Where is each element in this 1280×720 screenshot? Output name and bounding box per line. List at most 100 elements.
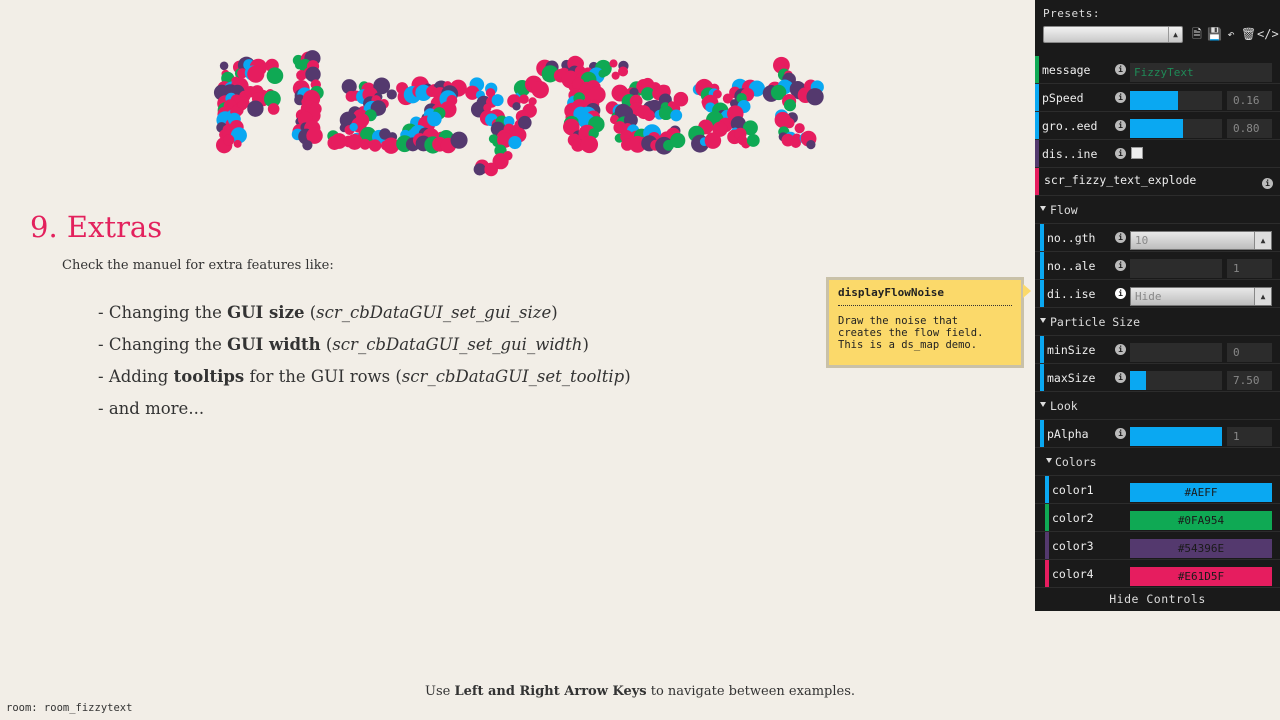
info-icon[interactable]: i bbox=[1115, 288, 1126, 299]
row-color4: color4 #E61D5F bbox=[1035, 560, 1280, 588]
color1-swatch[interactable]: #AEFF bbox=[1130, 483, 1272, 502]
revert-icon[interactable]: ↶ bbox=[1224, 27, 1238, 42]
slider-fill bbox=[1130, 91, 1178, 110]
logo-particle bbox=[386, 89, 397, 100]
logo-particle bbox=[518, 115, 532, 130]
hide-controls-button[interactable]: Hide Controls bbox=[1035, 589, 1280, 609]
folder-colors[interactable]: Colors bbox=[1035, 448, 1280, 476]
intro-text: Check the manuel for extra features like… bbox=[62, 258, 334, 273]
row-label: color1 bbox=[1052, 483, 1094, 497]
pspeed-value[interactable]: 0.16 bbox=[1227, 91, 1272, 110]
info-icon[interactable]: i bbox=[1115, 344, 1126, 355]
logo-particle bbox=[233, 139, 242, 148]
noise-strength-dropdown[interactable]: 10 ▲ bbox=[1130, 231, 1272, 250]
bullet-and-more: - and more... bbox=[98, 399, 205, 418]
row-color-bar bbox=[1035, 112, 1039, 139]
grow-speed-slider[interactable] bbox=[1130, 119, 1222, 138]
row-color2: color2 #0FA954 bbox=[1035, 504, 1280, 532]
logo-particle bbox=[783, 99, 797, 112]
color2-swatch[interactable]: #0FA954 bbox=[1130, 511, 1272, 530]
row-min-size: minSize i 0 bbox=[1035, 336, 1280, 364]
max-size-slider[interactable] bbox=[1130, 371, 1222, 390]
color3-swatch[interactable]: #54396E bbox=[1130, 539, 1272, 558]
logo-particle bbox=[427, 111, 442, 127]
slider-fill bbox=[1130, 427, 1222, 446]
info-icon[interactable]: i bbox=[1115, 428, 1126, 439]
row-display-flow-noise: di..ise i Hide ▲ bbox=[1035, 280, 1280, 308]
noise-scale-slider[interactable] bbox=[1130, 259, 1222, 278]
row-color1: color1 #AEFF bbox=[1035, 476, 1280, 504]
row-label: message bbox=[1042, 63, 1091, 77]
folder-caret-icon bbox=[1040, 206, 1046, 211]
color4-swatch[interactable]: #E61D5F bbox=[1130, 567, 1272, 586]
min-size-slider[interactable] bbox=[1130, 343, 1222, 362]
logo-particle bbox=[302, 140, 313, 151]
row-label: di..ise bbox=[1047, 287, 1096, 301]
navigation-hint: Use Left and Right Arrow Keys to navigat… bbox=[424, 684, 856, 699]
noise-scale-value[interactable]: 1 bbox=[1227, 259, 1272, 278]
info-icon[interactable]: i bbox=[1115, 260, 1126, 271]
tooltip-divider bbox=[838, 305, 1012, 306]
delete-icon[interactable]: 🗑 bbox=[1241, 27, 1256, 42]
code-icon[interactable]: </> bbox=[1257, 27, 1279, 42]
palpha-slider[interactable] bbox=[1130, 427, 1222, 446]
row-label: no..ale bbox=[1047, 259, 1096, 273]
logo-particle bbox=[508, 135, 522, 150]
tooltip-title: displayFlowNoise bbox=[838, 286, 944, 299]
row-color-bar bbox=[1040, 336, 1044, 363]
row-color-bar bbox=[1035, 84, 1039, 111]
folder-particle-size[interactable]: Particle Size bbox=[1035, 308, 1280, 336]
presets-dropdown[interactable]: ▲ bbox=[1043, 26, 1183, 43]
display-flow-noise-dropdown[interactable]: Hide ▲ bbox=[1130, 287, 1272, 306]
slider-fill bbox=[1130, 119, 1184, 138]
tooltip: displayFlowNoise Draw the noise that cre… bbox=[826, 277, 1031, 368]
logo-particle bbox=[491, 94, 504, 107]
max-size-value[interactable]: 7.50 bbox=[1227, 371, 1272, 390]
pspeed-slider[interactable] bbox=[1130, 91, 1222, 110]
explode-button-label: scr_fizzy_text_explode bbox=[1044, 173, 1197, 187]
info-icon[interactable]: i bbox=[1115, 232, 1126, 243]
row-label: pAlpha bbox=[1047, 427, 1089, 441]
row-label: gro..eed bbox=[1042, 119, 1098, 133]
row-color-bar bbox=[1045, 504, 1049, 531]
room-label: room: room_fizzytext bbox=[6, 702, 133, 714]
palpha-value[interactable]: 1 bbox=[1227, 427, 1272, 446]
bullet-gui-width: - Changing the GUI width (scr_cbDataGUI_… bbox=[98, 335, 589, 354]
save-icon[interactable]: 💾 bbox=[1207, 27, 1222, 42]
logo-particle bbox=[266, 67, 284, 85]
info-icon[interactable]: i bbox=[1115, 372, 1126, 383]
row-pspeed: pSpeed i 0.16 bbox=[1035, 84, 1280, 112]
row-label: dis..ine bbox=[1042, 147, 1098, 161]
info-icon[interactable]: i bbox=[1115, 148, 1126, 159]
folder-flow[interactable]: Flow bbox=[1035, 196, 1280, 224]
logo-particle bbox=[746, 134, 760, 147]
logo-particle bbox=[450, 131, 468, 149]
logo-particle bbox=[349, 122, 358, 132]
info-icon[interactable]: i bbox=[1262, 178, 1273, 189]
grow-speed-value[interactable]: 0.80 bbox=[1227, 119, 1272, 138]
fizzy-text-logo bbox=[213, 50, 824, 177]
new-file-icon[interactable]: 🗎 bbox=[1190, 27, 1204, 42]
row-color-bar bbox=[1040, 364, 1044, 391]
folder-look[interactable]: Look bbox=[1035, 392, 1280, 420]
message-input[interactable]: FizzyText bbox=[1130, 63, 1272, 82]
min-size-value[interactable]: 0 bbox=[1227, 343, 1272, 362]
logo-particle bbox=[473, 163, 486, 176]
logo-particle bbox=[223, 134, 235, 146]
tooltip-body: Draw the noise that creates the flow fie… bbox=[838, 315, 984, 351]
info-icon[interactable]: i bbox=[1115, 92, 1126, 103]
row-explode-button[interactable]: scr_fizzy_text_explode i bbox=[1035, 168, 1280, 196]
row-message: message i FizzyText bbox=[1035, 56, 1280, 84]
logo-particle bbox=[519, 94, 529, 104]
logo-particle bbox=[247, 65, 265, 83]
row-label: minSize bbox=[1047, 343, 1096, 357]
row-label: pSpeed bbox=[1042, 91, 1084, 105]
display-outline-checkbox[interactable] bbox=[1131, 147, 1143, 159]
slider-fill bbox=[1130, 371, 1146, 390]
tooltip-arrow bbox=[1023, 284, 1031, 298]
logo-particle bbox=[247, 100, 264, 117]
info-icon[interactable]: i bbox=[1115, 64, 1126, 75]
logo-particle bbox=[643, 109, 655, 122]
info-icon[interactable]: i bbox=[1115, 120, 1126, 131]
folder-title: Particle Size bbox=[1050, 315, 1141, 329]
